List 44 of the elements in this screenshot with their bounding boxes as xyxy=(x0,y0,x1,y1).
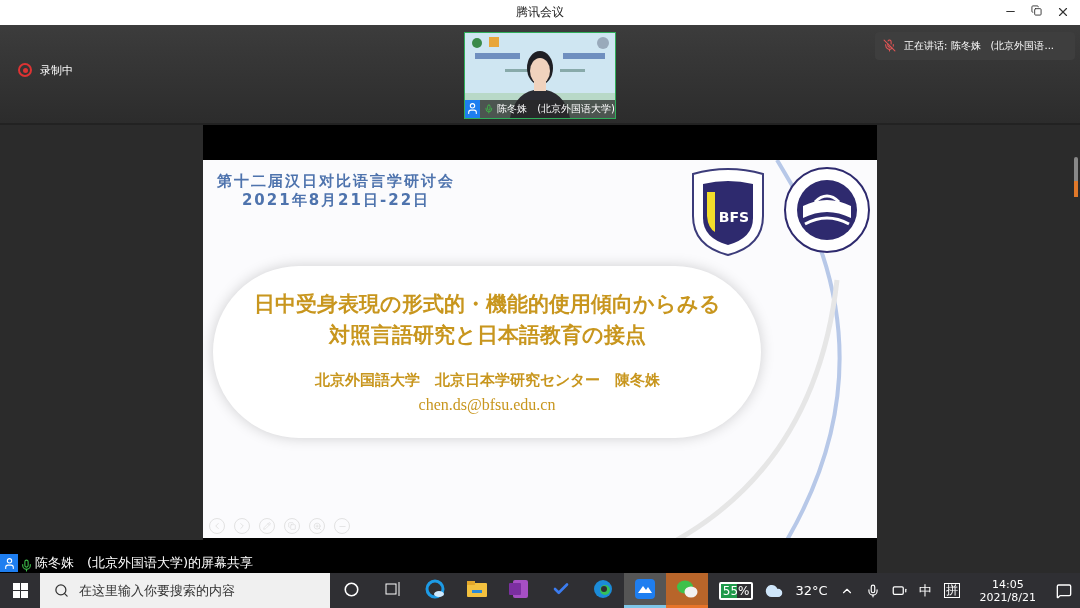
slide-title: 日中受身表現の形式的・機能的使用傾向からみる xyxy=(253,291,721,319)
chevron-left-icon xyxy=(212,521,222,532)
clock[interactable]: 14:05 2021/8/21 xyxy=(979,577,1036,604)
taskbar-app-button[interactable] xyxy=(624,573,666,608)
microphone-icon[interactable] xyxy=(865,583,880,598)
browser-icon xyxy=(425,579,445,599)
university-emblem: BFS xyxy=(689,165,767,256)
author-email: chen.ds@bfsu.edu.cn xyxy=(418,396,556,415)
clock-time: 14:05 xyxy=(991,577,1024,591)
meeting-app-icon xyxy=(635,579,655,599)
conference-dates: 2021年8月21日-22日 xyxy=(241,190,431,210)
input-mode[interactable]: 拼 xyxy=(943,583,960,598)
notification-icon[interactable] xyxy=(1056,582,1072,599)
notebook-icon xyxy=(509,579,529,599)
windows-logo-icon xyxy=(12,583,28,598)
cortana-icon xyxy=(343,581,359,597)
zoom-icon xyxy=(312,521,322,531)
chevron-right-icon xyxy=(237,521,247,532)
input-language[interactable]: 中 xyxy=(918,581,932,600)
edge-browser-icon xyxy=(593,579,613,599)
user-icon xyxy=(0,554,18,572)
screen-share-label: 陈冬姝 (北京外国语大学)的屏幕共享 xyxy=(35,554,254,572)
microphone-icon xyxy=(20,559,33,572)
battery-icon[interactable] xyxy=(891,583,907,598)
author-affiliation: 北京外国語大学 北京日本学研究センター 陳冬姝 xyxy=(314,371,660,391)
clock-date: 2021/8/21 xyxy=(979,590,1036,604)
search-icon xyxy=(54,583,69,598)
search-field[interactable]: 在这里输入你要搜索的内容 xyxy=(40,573,330,608)
pen-icon xyxy=(263,522,271,531)
participant-video[interactable]: 陈冬姝 (北京外国语大学) xyxy=(464,31,616,119)
speaking-now-label: 正在讲话: 陈冬姝 (北京外国语... xyxy=(904,38,1054,53)
task-view-icon xyxy=(385,582,401,596)
participant-name: 陈冬姝 (北京外国语大学) xyxy=(497,101,615,116)
chat-bubbles-icon xyxy=(676,579,698,599)
slide-title: 対照言語研究と日本語教育の接点 xyxy=(328,322,646,350)
recording-label: 录制中 xyxy=(40,62,73,78)
copy-icon xyxy=(288,522,296,531)
folder-icon xyxy=(467,581,487,597)
window-title: 腾讯会议 xyxy=(516,3,564,21)
scrollbar-thumb[interactable] xyxy=(1074,156,1078,197)
restore-icon[interactable] xyxy=(1031,5,1042,17)
battery-indicator: 55% xyxy=(718,581,754,600)
conference-title: 第十二届汉日对比语言学研讨会 xyxy=(217,171,455,191)
temperature-label: 32°C xyxy=(795,583,828,598)
